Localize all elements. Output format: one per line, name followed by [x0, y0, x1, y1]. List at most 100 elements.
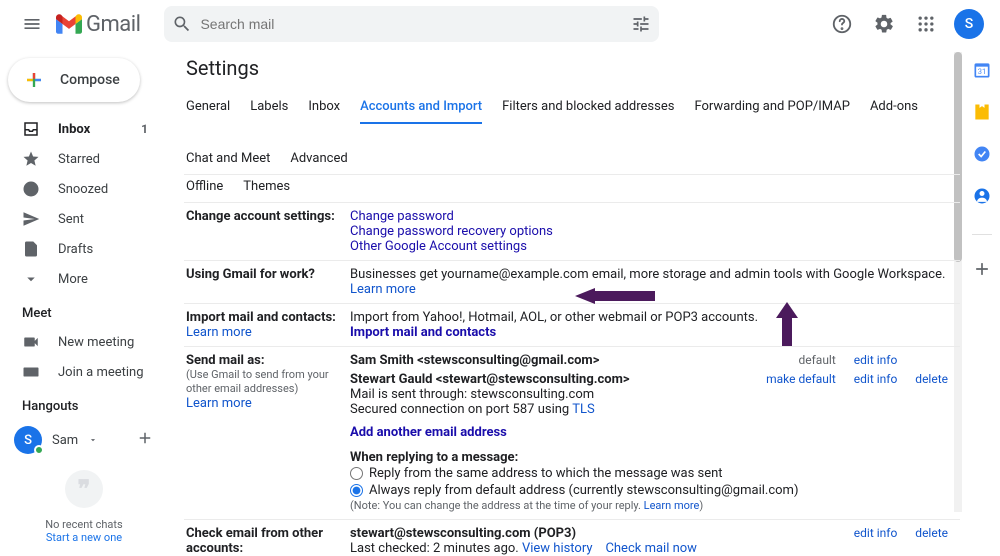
link-learn-more[interactable]: Learn more [186, 325, 350, 340]
sidebar-item-label: Starred [58, 152, 168, 167]
sidebar: Compose Inbox 1 Starred Snoozed Sent Dra… [0, 52, 168, 556]
star-icon [22, 150, 40, 168]
tab-themes[interactable]: Themes [243, 179, 290, 194]
calendar-icon: 31 [972, 60, 992, 80]
search-input[interactable] [192, 16, 631, 32]
annotation-arrow-up [776, 302, 798, 346]
tasks-addon-icon[interactable] [972, 144, 992, 168]
address-primary: Sam Smith <stewsconsulting@gmail.com> [350, 353, 599, 368]
row-sublabel: (Use Gmail to send from your other email… [186, 368, 350, 396]
sidebar-item-label: Drafts [58, 242, 168, 257]
gear-icon [873, 13, 895, 35]
sidebar-item-label: More [58, 272, 168, 287]
link-edit-info[interactable]: edit info [854, 526, 898, 540]
meet-new-meeting[interactable]: New meeting [0, 327, 168, 357]
hamburger-menu-button[interactable] [8, 0, 56, 48]
link-tls[interactable]: TLS [572, 402, 594, 417]
apps-button[interactable] [908, 6, 944, 42]
keep-addon-icon[interactable] [972, 102, 992, 126]
avatar-initial: S [24, 433, 32, 448]
settings-tabs: General Labels Inbox Accounts and Import… [184, 90, 960, 175]
sidebar-item-inbox[interactable]: Inbox 1 [0, 114, 168, 144]
settings-title: Settings [184, 48, 960, 90]
link-recovery-options[interactable]: Change password recovery options [350, 224, 958, 239]
sidebar-item-more[interactable]: More [0, 264, 168, 294]
link-change-password[interactable]: Change password [350, 209, 958, 224]
link-edit-info[interactable]: edit info [854, 353, 898, 367]
apps-icon [916, 14, 936, 34]
work-text: Businesses get yourname@example.com emai… [350, 267, 945, 282]
clock-icon [22, 180, 40, 198]
help-button[interactable] [824, 6, 860, 42]
link-learn-more[interactable]: Learn more [350, 282, 416, 297]
chat-empty-state: ❞ No recent chats Start a new one [0, 470, 168, 544]
tab-chat-meet[interactable]: Chat and Meet [186, 144, 270, 174]
contacts-icon [972, 186, 992, 206]
row-check-email: Check email from other accounts: Learn m… [184, 520, 960, 556]
tab-addons[interactable]: Add-ons [870, 92, 918, 124]
tab-inbox[interactable]: Inbox [308, 92, 340, 124]
hangouts-user-row[interactable]: S Sam [0, 420, 168, 454]
tab-forwarding[interactable]: Forwarding and POP/IMAP [694, 92, 850, 124]
link-import-mail[interactable]: Import mail and contacts [350, 325, 958, 340]
header: Gmail S [0, 0, 1000, 48]
compose-button[interactable]: Compose [8, 58, 140, 102]
menu-icon [22, 14, 42, 34]
calendar-addon-icon[interactable]: 31 [972, 60, 992, 84]
sidebar-item-label: Inbox [58, 122, 123, 137]
link-learn-more[interactable]: Learn more [186, 396, 350, 411]
tab-accounts-import[interactable]: Accounts and Import [360, 92, 482, 124]
video-icon [22, 333, 40, 351]
contacts-addon-icon[interactable] [972, 186, 992, 210]
tab-general[interactable]: General [186, 92, 230, 124]
settings-button[interactable] [866, 6, 902, 42]
link-other-google-settings[interactable]: Other Google Account settings [350, 239, 958, 254]
note-close: ) [699, 499, 703, 512]
link-edit-info[interactable]: edit info [854, 372, 898, 386]
row-label: Import mail and contacts: [186, 310, 350, 325]
meet-join-meeting[interactable]: Join a meeting [0, 357, 168, 387]
search-bar[interactable] [164, 6, 659, 42]
no-recent-chats-text: No recent chats [0, 518, 168, 531]
gmail-logo-icon [56, 14, 82, 34]
hangouts-new-button[interactable] [136, 429, 154, 451]
note-text: (Note: You can change the address at the… [350, 499, 644, 512]
status-dot [34, 445, 44, 455]
link-make-default[interactable]: make default [766, 372, 836, 386]
caret-down-icon[interactable] [88, 435, 98, 445]
link-check-mail-now[interactable]: Check mail now [605, 541, 697, 556]
sidebar-item-snoozed[interactable]: Snoozed [0, 174, 168, 204]
inbox-icon [22, 120, 40, 138]
sidebar-item-label: New meeting [58, 335, 168, 350]
link-delete[interactable]: delete [915, 372, 948, 386]
divider [972, 234, 992, 235]
tab-labels[interactable]: Labels [250, 92, 288, 124]
inbox-count: 1 [141, 122, 148, 136]
tab-advanced[interactable]: Advanced [290, 144, 347, 174]
start-new-chat-link[interactable]: Start a new one [0, 531, 168, 544]
sidebar-item-drafts[interactable]: Drafts [0, 234, 168, 264]
svg-text:31: 31 [978, 67, 986, 76]
account-avatar[interactable]: S [954, 9, 984, 39]
help-icon [831, 13, 853, 35]
annotation-arrow-left [575, 288, 655, 304]
plus-icon [972, 259, 992, 279]
get-addons-button[interactable] [972, 259, 992, 283]
sidebar-item-starred[interactable]: Starred [0, 144, 168, 174]
tab-offline[interactable]: Offline [186, 179, 223, 194]
address-secondary: Stewart Gauld <stewart@stewsconsulting.c… [350, 372, 630, 387]
radio-reply-same[interactable]: Reply from the same address to which the… [350, 465, 958, 482]
link-add-another-email[interactable]: Add another email address [350, 425, 958, 440]
last-checked-text: Last checked: 2 minutes ago. [350, 541, 522, 556]
tab-filters[interactable]: Filters and blocked addresses [502, 92, 674, 124]
link-view-history[interactable]: View history [522, 541, 593, 556]
radio-reply-default[interactable]: Always reply from default address (curre… [350, 482, 958, 499]
gmail-logo[interactable]: Gmail [56, 12, 140, 37]
row-label: Check email from other accounts: [186, 526, 350, 556]
link-delete[interactable]: delete [915, 526, 948, 540]
right-side-panel: 31 [964, 48, 1000, 556]
sidebar-item-sent[interactable]: Sent [0, 204, 168, 234]
link-learn-more[interactable]: Learn more [644, 499, 700, 512]
tune-icon[interactable] [631, 14, 651, 34]
sidebar-item-label: Join a meeting [58, 365, 168, 380]
